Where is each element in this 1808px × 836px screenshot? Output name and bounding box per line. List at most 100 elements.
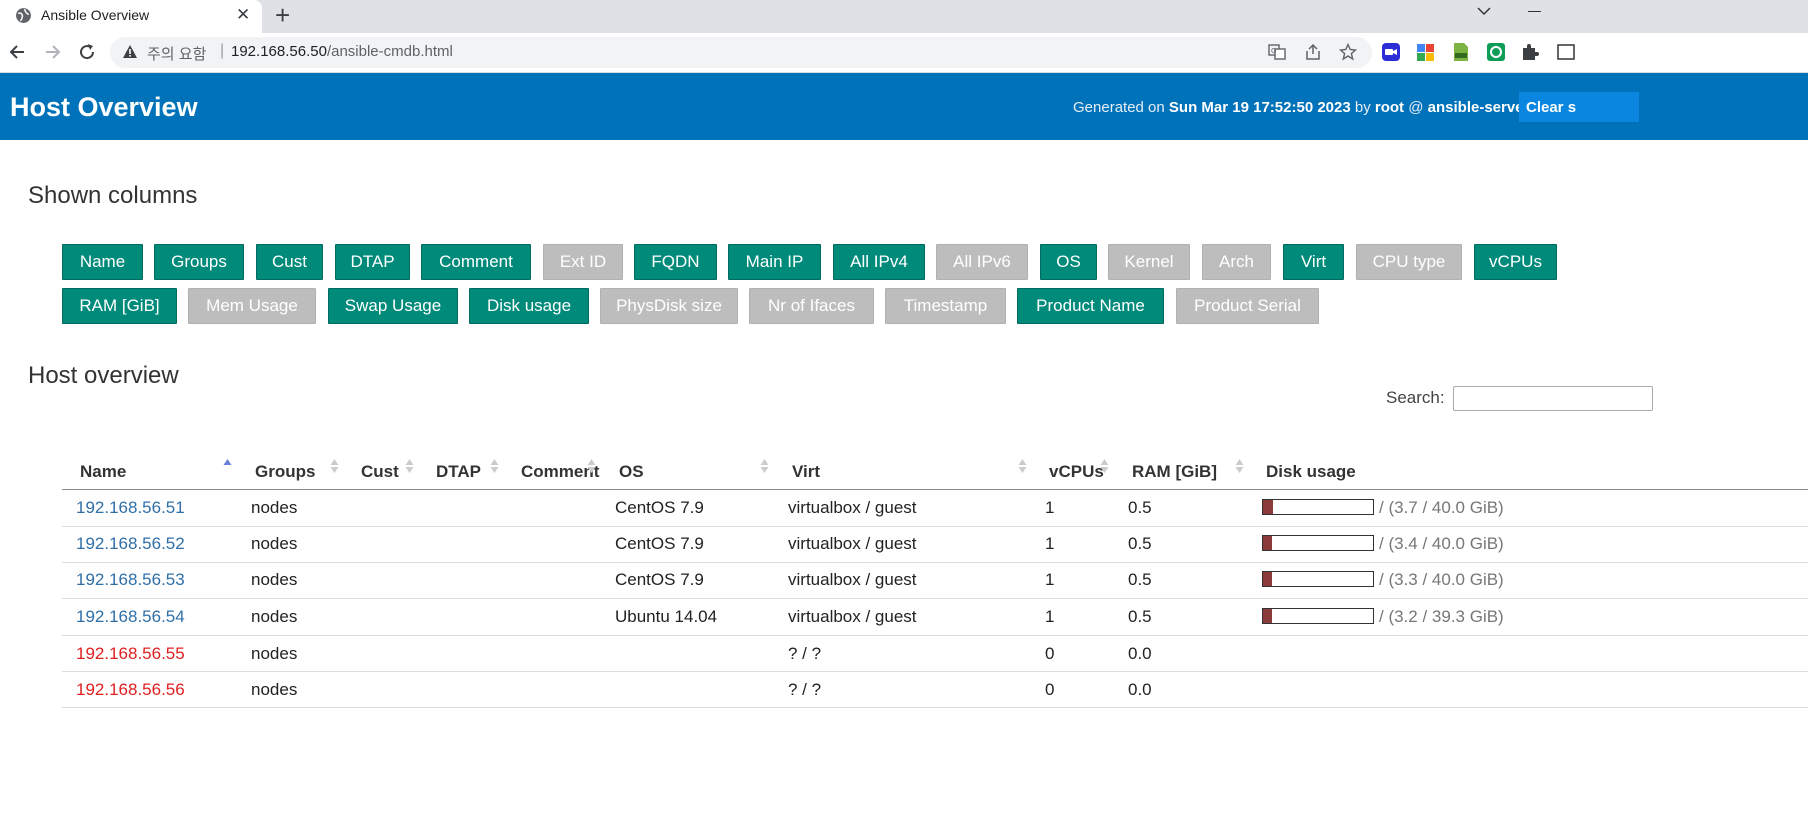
host-link[interactable]: 192.168.56.53 xyxy=(76,570,185,590)
column-toggle-ram[interactable]: RAM [GiB] xyxy=(62,288,177,324)
side-panel-icon[interactable] xyxy=(1556,42,1576,62)
sort-both-icon[interactable] xyxy=(587,458,596,474)
column-toggle-product-serial[interactable]: Product Serial xyxy=(1176,288,1319,324)
column-toggle-mem-usage[interactable]: Mem Usage xyxy=(188,288,316,324)
host-vcpus: 1 xyxy=(1045,498,1055,517)
row-divider xyxy=(62,671,1808,672)
column-toggle-comment[interactable]: Comment xyxy=(421,244,531,280)
minimize-icon[interactable] xyxy=(1528,11,1541,12)
puzzle-extensions-icon[interactable] xyxy=(1520,42,1540,62)
close-tab-icon[interactable]: ✕ xyxy=(236,5,250,25)
host-overview-title: Host overview xyxy=(28,362,179,389)
zoom-extension-icon[interactable] xyxy=(1381,42,1401,62)
host-ram: 0.5 xyxy=(1128,498,1152,517)
column-toggle-arch[interactable]: Arch xyxy=(1202,244,1271,280)
color-extension-icon[interactable] xyxy=(1416,42,1436,62)
column-toggle-product-name[interactable]: Product Name xyxy=(1017,288,1164,324)
column-toggle-all-ipv6[interactable]: All IPv6 xyxy=(936,244,1028,280)
host-vcpus: 1 xyxy=(1045,534,1055,553)
column-toggle-virt[interactable]: Virt xyxy=(1283,244,1344,280)
host-ram: 0.0 xyxy=(1128,644,1152,663)
column-toggle-kernel[interactable]: Kernel xyxy=(1108,244,1190,280)
chevron-down-icon[interactable] xyxy=(1475,2,1493,20)
column-toggle-dtap[interactable]: DTAP xyxy=(335,244,410,280)
column-toggle-cust[interactable]: Cust xyxy=(256,244,323,280)
sort-ascending-icon[interactable] xyxy=(223,458,232,474)
xml-extension-icon[interactable] xyxy=(1451,42,1471,62)
host-virt: virtualbox / guest xyxy=(788,607,917,626)
generated-info: Generated on Sun Mar 19 17:52:50 2023 by… xyxy=(1073,99,1530,116)
share-icon[interactable] xyxy=(1304,43,1322,61)
header-ram[interactable]: RAM [GiB] xyxy=(1132,462,1217,482)
header-virt[interactable]: Virt xyxy=(792,462,820,482)
search-input[interactable] xyxy=(1453,386,1653,411)
sort-both-icon[interactable] xyxy=(1235,458,1244,474)
clear-settings-button[interactable]: Clear s xyxy=(1519,92,1639,122)
sort-both-icon[interactable] xyxy=(760,458,769,474)
generated-user: root xyxy=(1374,99,1405,116)
header-groups[interactable]: Groups xyxy=(255,462,315,482)
tab-title: Ansible Overview xyxy=(41,7,150,23)
host-link[interactable]: 192.168.56.56 xyxy=(76,680,185,700)
column-toggle-vcpus[interactable]: vCPUs xyxy=(1474,244,1557,280)
column-toggle-ext-id[interactable]: Ext ID xyxy=(543,244,623,280)
column-toggle-main-ip[interactable]: Main IP xyxy=(728,244,821,280)
column-toggle-nr-of-ifaces[interactable]: Nr of Ifaces xyxy=(749,288,874,324)
new-tab-icon[interactable]: + xyxy=(275,1,290,29)
disk-usage-fill xyxy=(1263,572,1273,586)
header-dtap[interactable]: DTAP xyxy=(436,462,481,482)
host-link[interactable]: 192.168.56.55 xyxy=(76,644,185,664)
host-groups: nodes xyxy=(251,534,298,553)
column-toggle-timestamp[interactable]: Timestamp xyxy=(885,288,1006,324)
host-os: CentOS 7.9 xyxy=(615,498,704,517)
host-ram: 0.5 xyxy=(1128,570,1152,589)
column-toggle-fqdn[interactable]: FQDN xyxy=(634,244,717,280)
sort-both-icon[interactable] xyxy=(405,458,414,474)
reload-icon[interactable] xyxy=(77,42,97,62)
forward-icon[interactable] xyxy=(42,42,62,62)
host-groups: nodes xyxy=(251,644,298,663)
host-os: CentOS 7.9 xyxy=(615,570,704,589)
translate-icon[interactable]: G xyxy=(1268,43,1286,61)
page-title: Host Overview xyxy=(10,92,198,122)
host-link[interactable]: 192.168.56.52 xyxy=(76,534,185,554)
header-disk-usage[interactable]: Disk usage xyxy=(1266,462,1356,482)
back-icon[interactable] xyxy=(8,42,28,62)
host-groups: nodes xyxy=(251,607,298,626)
column-toggle-disk-usage[interactable]: Disk usage xyxy=(469,288,589,324)
column-toggle-name[interactable]: Name xyxy=(62,244,143,280)
security-warning-text: 주의 요함 xyxy=(147,46,207,63)
address-bar[interactable]: 주의 요함 | 192.168.56.50/ansible-cmdb.html … xyxy=(110,37,1372,68)
host-link[interactable]: 192.168.56.54 xyxy=(76,607,185,627)
column-toggle-groups[interactable]: Groups xyxy=(154,244,244,280)
sort-both-icon[interactable] xyxy=(1018,458,1027,474)
header-os[interactable]: OS xyxy=(619,462,644,482)
host-virt: virtualbox / guest xyxy=(788,534,917,553)
page-header: Host Overview Generated on Sun Mar 19 17… xyxy=(0,73,1808,140)
column-toggle-all-ipv4[interactable]: All IPv4 xyxy=(833,244,925,280)
column-toggle-os[interactable]: OS xyxy=(1040,244,1097,280)
header-vcpus[interactable]: vCPUs xyxy=(1049,462,1104,482)
header-cust[interactable]: Cust xyxy=(361,462,399,482)
disk-usage-bar xyxy=(1262,608,1374,624)
column-toggle-cpu-type[interactable]: CPU type xyxy=(1356,244,1462,280)
host-groups: nodes xyxy=(251,570,298,589)
sort-both-icon[interactable] xyxy=(1100,458,1109,474)
sort-both-icon[interactable] xyxy=(330,458,339,474)
green-extension-icon[interactable] xyxy=(1486,42,1506,62)
host-virt: virtualbox / guest xyxy=(788,498,917,517)
sort-both-icon[interactable] xyxy=(490,458,499,474)
disk-usage-fill xyxy=(1263,500,1273,514)
disk-usage-text: / (3.3 / 40.0 GiB) xyxy=(1379,570,1504,589)
header-name[interactable]: Name xyxy=(80,462,126,482)
host-virt: virtualbox / guest xyxy=(788,570,917,589)
column-toggle-swap-usage[interactable]: Swap Usage xyxy=(328,288,458,324)
header-divider xyxy=(62,489,1808,490)
bookmark-star-icon[interactable] xyxy=(1339,43,1357,61)
row-divider xyxy=(62,635,1808,636)
host-virt: ? / ? xyxy=(788,680,822,699)
host-link[interactable]: 192.168.56.51 xyxy=(76,498,185,518)
column-toggle-physdisk-size[interactable]: PhysDisk size xyxy=(600,288,738,324)
browser-tab[interactable]: Ansible Overview ✕ xyxy=(0,0,262,33)
disk-usage-bar xyxy=(1262,535,1374,551)
